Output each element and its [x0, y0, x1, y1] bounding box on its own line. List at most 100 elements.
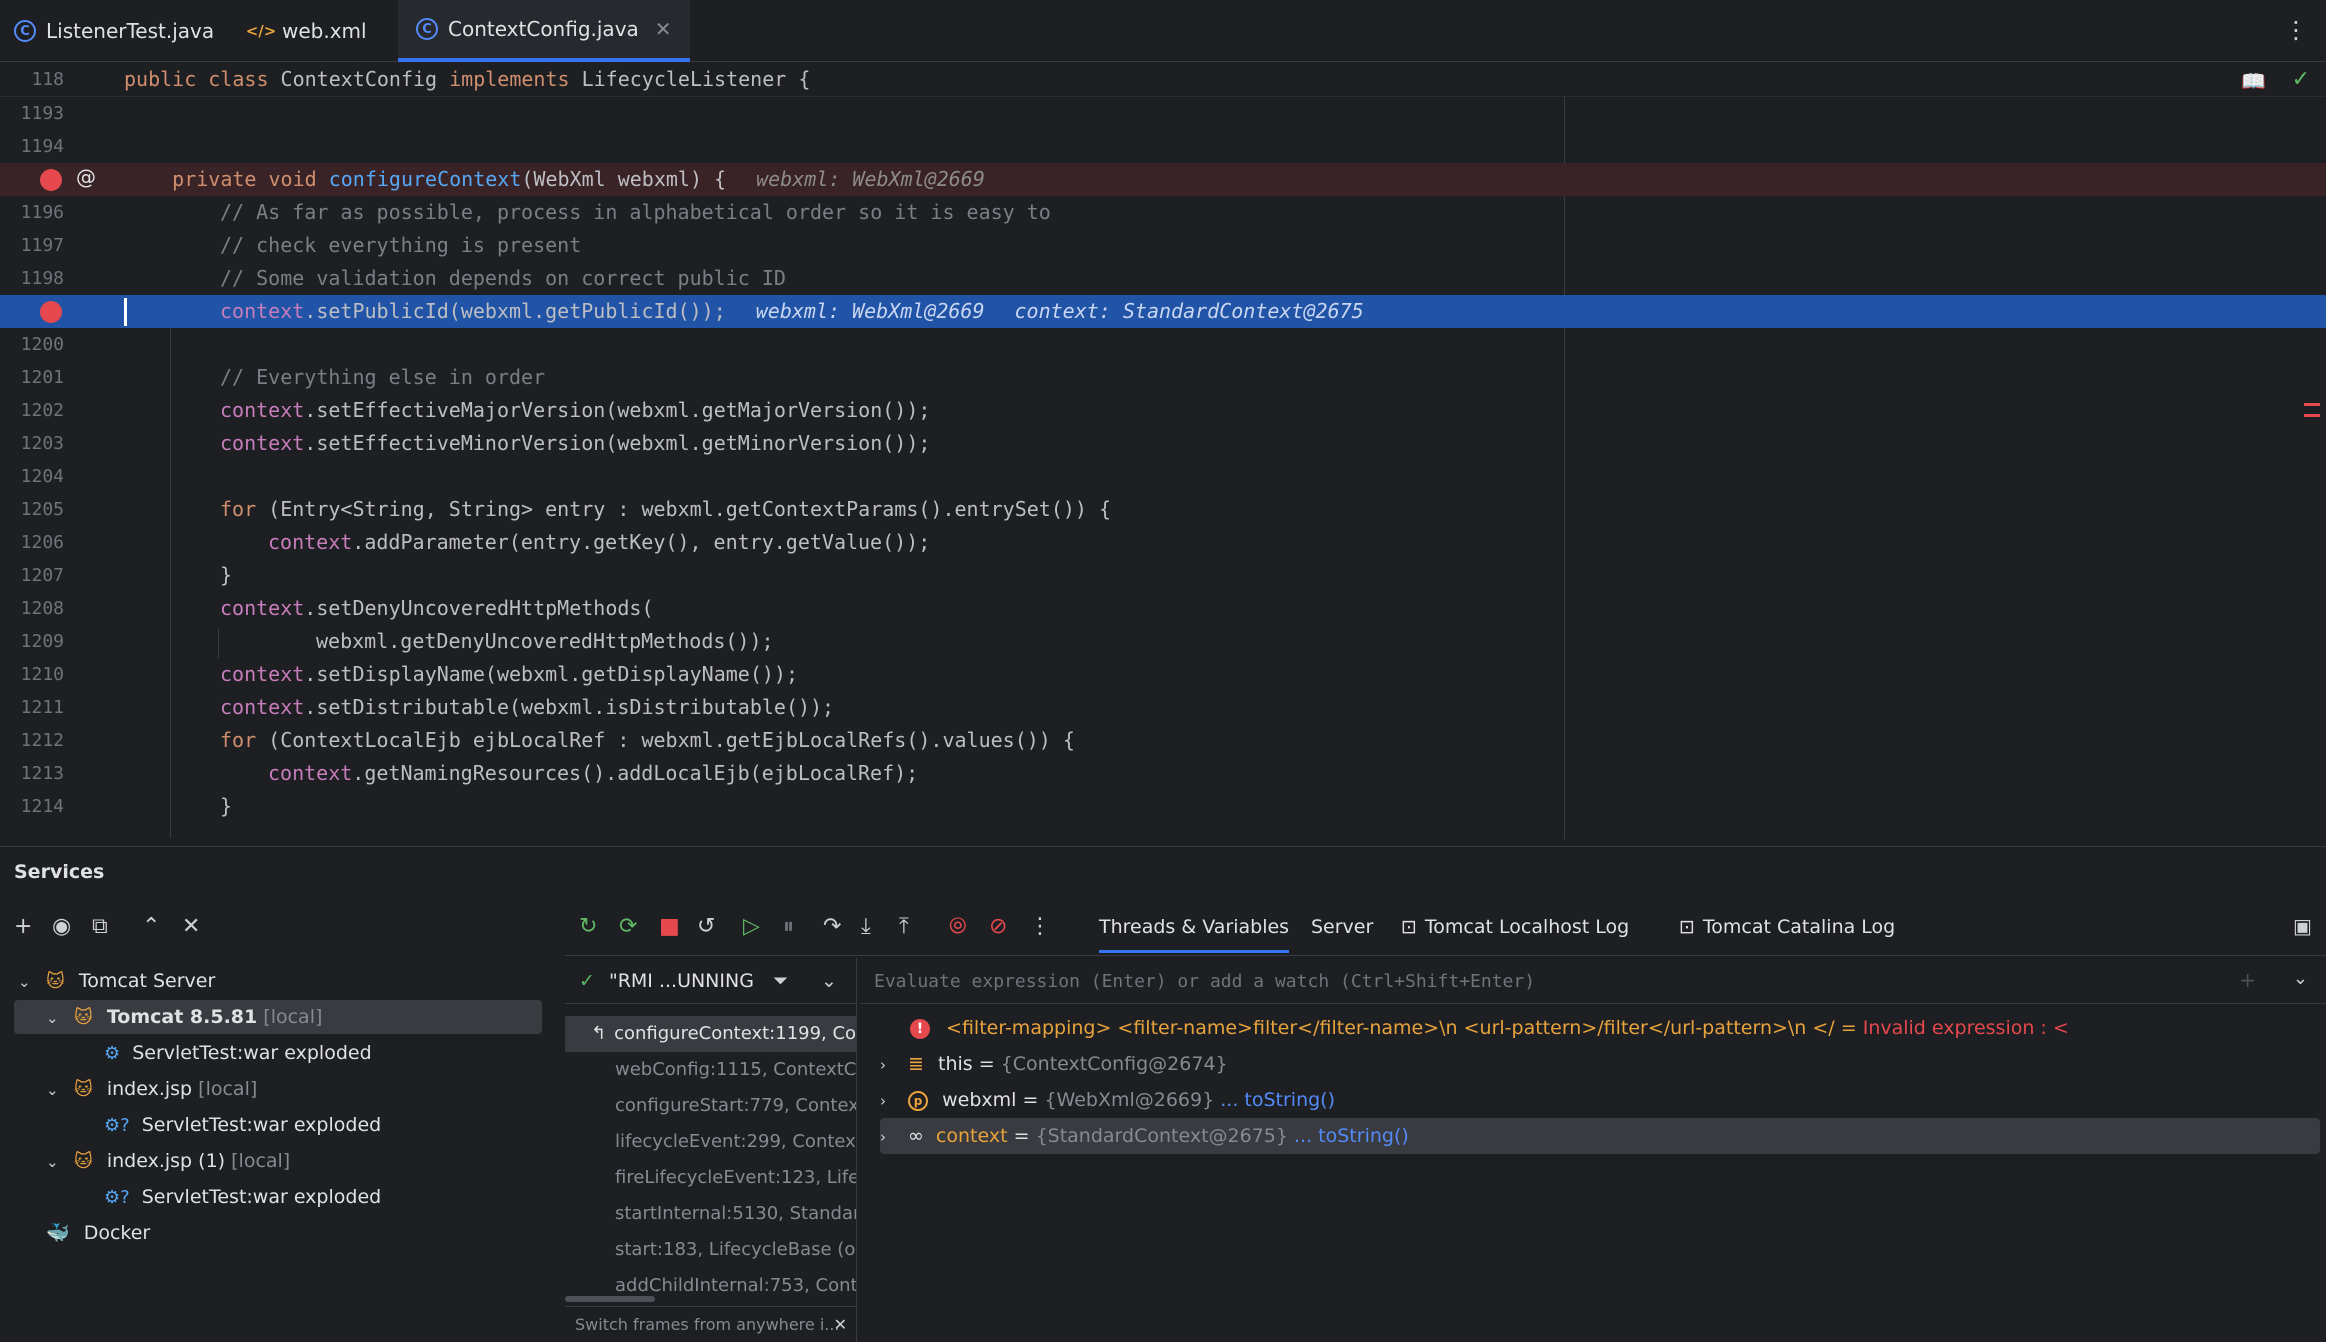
inline-value-hint: webxml: WebXml@2669 — [755, 299, 985, 323]
code-row: 1193 — [0, 97, 2326, 130]
line-number: 1201 — [20, 367, 64, 388]
tree-item-docker[interactable]: 🐳 Docker — [46, 1216, 150, 1250]
close-icon[interactable]: ✕ — [655, 17, 672, 41]
add-watch-icon[interactable]: + — [2239, 968, 2256, 992]
add-icon[interactable]: + — [14, 914, 32, 939]
evaluate-expression-bar: + ⌄ — [860, 958, 2326, 1004]
check-icon[interactable]: ✓ — [2292, 67, 2310, 92]
evaluate-expression-input[interactable] — [874, 966, 2174, 996]
step-out-icon[interactable]: ⤒ — [899, 914, 909, 939]
variables-panel: + ⌄ ! <filter-mapping> <filter-name>filt… — [860, 958, 2326, 1342]
thread-selector[interactable]: ✓ "RMI ...UNNING ⏷ ⌄ — [565, 958, 856, 1004]
tomcat-icon: 🐱 — [74, 1151, 93, 1172]
code-row-breakpoint: @ private void configureContext(WebXml w… — [0, 163, 2326, 196]
variable-row-this[interactable]: › ≣ this = {ContextConfig@2674} — [880, 1046, 2320, 1082]
check-icon: ✓ — [579, 970, 595, 992]
var-value: {ContextConfig@2674} — [1000, 1053, 1228, 1075]
line-number: 1210 — [20, 664, 64, 685]
resume-icon[interactable]: ▷ — [743, 914, 760, 939]
step-into-icon[interactable]: ⤓ — [861, 914, 871, 939]
annotation-icon[interactable]: @ — [76, 165, 96, 189]
frame-item[interactable]: configureStart:779, ContextC — [565, 1088, 856, 1124]
chevron-down-icon[interactable]: ⌄ — [46, 1001, 68, 1035]
tostring-link[interactable]: ... toString() — [1294, 1125, 1409, 1147]
sticky-header[interactable]: 118 public class ContextConfig implement… — [0, 63, 2326, 97]
frames-hint: Switch frames from anywhere i... ✕ — [565, 1306, 856, 1342]
close-icon[interactable]: ✕ — [834, 1307, 847, 1342]
chevron-down-icon[interactable]: ⌄ — [821, 958, 837, 1004]
step-over-icon[interactable]: ↷ — [823, 914, 841, 939]
breakpoint-icon[interactable] — [40, 301, 62, 323]
chevron-right-icon[interactable]: › — [880, 1047, 902, 1083]
collapse-all-icon[interactable]: ✕ — [182, 914, 200, 939]
code-editor[interactable]: 118 public class ContextConfig implement… — [0, 63, 2326, 839]
view-breakpoints-icon[interactable]: ⦾ — [949, 914, 967, 939]
tab-tomcat-catalina-log[interactable]: ⊡ Tomcat Catalina Log — [1679, 916, 1895, 938]
chevron-down-icon[interactable]: ⌄ — [18, 965, 40, 999]
frame-item[interactable]: fireLifecycleEvent:123, Lifecy — [565, 1160, 856, 1196]
var-name: context — [935, 1125, 1008, 1147]
error-stripe-marks[interactable] — [2304, 403, 2320, 453]
thread-name: "RMI ...UNNING — [608, 970, 754, 992]
tab-tomcat-localhost-log[interactable]: ⊡ Tomcat Localhost Log — [1401, 916, 1629, 938]
frame-item[interactable]: webConfig:1115, ContextCo — [565, 1052, 856, 1088]
new-group-icon[interactable]: ⧉ — [92, 914, 108, 939]
error-message: Invalid expression : < — [1862, 1017, 2069, 1039]
tab-threads-variables[interactable]: Threads & Variables — [1099, 916, 1290, 953]
filter-icon[interactable]: ⏷ — [773, 958, 788, 1004]
tree-item-artifact[interactable]: ⚙ ServletTest:war exploded — [104, 1036, 372, 1070]
tab-label: web.xml — [282, 19, 367, 43]
chevron-right-icon[interactable]: › — [880, 1083, 902, 1119]
reader-mode-icon[interactable]: 📖 — [2241, 69, 2266, 93]
chevron-down-icon[interactable]: ⌄ — [2293, 968, 2308, 989]
tree-label: Tomcat 8.5.81 — [106, 1006, 258, 1028]
tab-server[interactable]: Server — [1311, 916, 1373, 938]
code-text: context.addParameter(entry.getKey(), ent… — [268, 530, 931, 554]
update-icon[interactable]: ⟳ — [619, 914, 637, 939]
tostring-link[interactable]: ... toString() — [1220, 1089, 1335, 1111]
rerun-icon[interactable]: ↻ — [579, 914, 597, 939]
frame-item-current[interactable]: ↰ configureContext:1199, Con — [565, 1016, 856, 1052]
tab-web-xml[interactable]: </> web.xml — [246, 0, 367, 62]
more-icon[interactable]: ⋮ — [1029, 914, 1051, 939]
chevron-down-icon[interactable]: ⌄ — [46, 1073, 68, 1107]
tab-contextconfig[interactable]: C ContextConfig.java ✕ — [398, 0, 690, 62]
horizontal-scrollbar[interactable] — [565, 1296, 655, 1302]
line-number: 118 — [31, 69, 64, 90]
more-icon[interactable]: ⋮ — [2284, 16, 2308, 44]
variable-row-context[interactable]: › ∞ context = {StandardContext@2675} ...… — [880, 1118, 2320, 1154]
tab-listenertest[interactable]: C ListenerTest.java — [14, 0, 214, 62]
code-text: context.setDenyUncoveredHttpMethods( — [220, 596, 654, 620]
tree-item-tomcat-8581[interactable]: ⌄ 🐱 Tomcat 8.5.81 [local] — [46, 1000, 322, 1034]
line-number: 1213 — [20, 763, 64, 784]
tree-label: ServletTest:war exploded — [132, 1042, 372, 1064]
tree-item-index-jsp-1[interactable]: ⌄ 🐱 index.jsp (1) [local] — [46, 1144, 290, 1178]
code-row: 1214 } — [0, 790, 2326, 823]
method-breakpoint-icon[interactable] — [40, 169, 62, 191]
eye-icon[interactable]: ◉ — [52, 914, 71, 939]
watch-glasses-icon: ∞ — [908, 1125, 924, 1147]
line-number: 1193 — [20, 103, 64, 124]
chevron-down-icon[interactable]: ⌄ — [46, 1145, 68, 1179]
layout-icon[interactable]: ▣ — [2293, 914, 2312, 938]
expand-all-icon[interactable]: ⌃ — [142, 914, 160, 939]
tree-item-artifact[interactable]: ⚙? ServletTest:war exploded — [104, 1180, 381, 1214]
line-number: 1212 — [20, 730, 64, 751]
frame-item[interactable]: lifecycleEvent:299, ContextC — [565, 1124, 856, 1160]
stop-icon[interactable]: ■ — [659, 914, 680, 939]
tree-item-tomcat-server[interactable]: ⌄ 🐱 Tomcat Server — [18, 964, 215, 998]
var-value: {StandardContext@2675} — [1035, 1125, 1288, 1147]
frame-item[interactable]: start:183, LifecycleBase (org. — [565, 1232, 856, 1268]
variable-row-webxml[interactable]: › p webxml = {WebXml@2669} ... toString(… — [880, 1082, 2320, 1118]
code-text: webxml.getDenyUncoveredHttpMethods()); — [316, 629, 774, 653]
tab-label: ListenerTest.java — [46, 19, 215, 43]
tomcat-icon: 🐱 — [74, 1079, 93, 1100]
pause-icon[interactable]: ⏸ — [783, 914, 794, 939]
tree-item-index-jsp[interactable]: ⌄ 🐱 index.jsp [local] — [46, 1072, 257, 1106]
chevron-right-icon[interactable]: › — [880, 1119, 902, 1155]
frame-item[interactable]: startInternal:5130, Standard — [565, 1196, 856, 1232]
restart-icon[interactable]: ↺ — [697, 914, 715, 939]
watch-error-row[interactable]: ! <filter-mapping> <filter-name>filter</… — [880, 1010, 2320, 1046]
mute-breakpoints-icon[interactable]: ⊘ — [989, 914, 1007, 939]
tree-item-artifact[interactable]: ⚙? ServletTest:war exploded — [104, 1108, 381, 1142]
